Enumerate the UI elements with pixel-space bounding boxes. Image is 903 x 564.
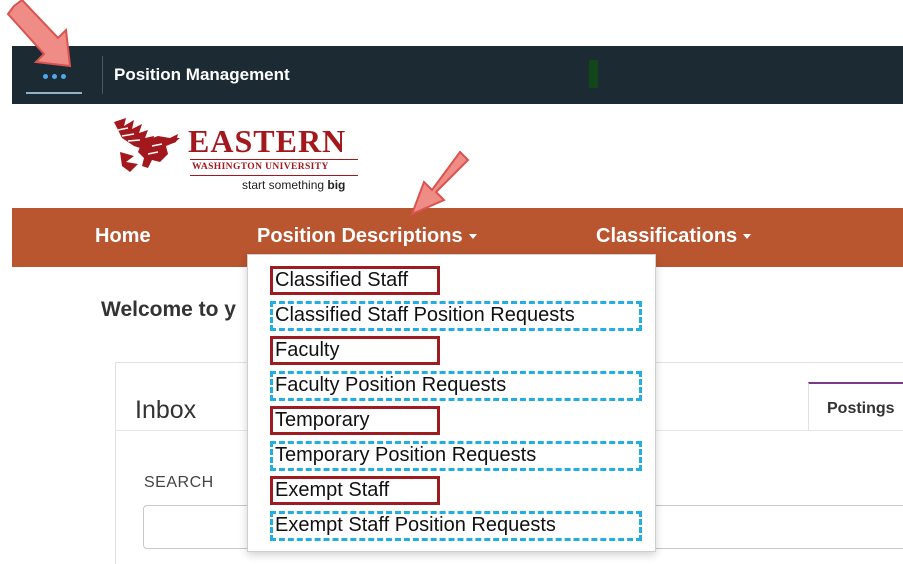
menu-item-classified-staff-position-requests[interactable]: Classified Staff Position Requests bbox=[275, 304, 575, 327]
menu-item-temporary[interactable]: Temporary bbox=[275, 409, 369, 432]
eagle-logo-icon bbox=[114, 118, 180, 172]
menu-item-classified-staff[interactable]: Classified Staff bbox=[275, 269, 408, 292]
nav-position-descriptions[interactable]: Position Descriptions bbox=[257, 225, 477, 248]
university-logo[interactable]: EASTERN WASHINGTON UNIVERSITY start some… bbox=[112, 116, 372, 200]
nav-classifications[interactable]: Classifications bbox=[596, 225, 752, 248]
menu-item-faculty[interactable]: Faculty bbox=[275, 339, 339, 362]
app-title: Position Management bbox=[114, 65, 290, 84]
search-label: SEARCH bbox=[144, 474, 214, 491]
top-bar-divider bbox=[102, 56, 103, 94]
caret-down-icon bbox=[743, 234, 752, 240]
logo-university-text: WASHINGTON UNIVERSITY bbox=[192, 162, 329, 172]
ellipsis-icon-dot bbox=[51, 73, 57, 79]
nav-classifications-label: Classifications bbox=[596, 225, 738, 247]
position-descriptions-dropdown bbox=[247, 254, 656, 552]
logo-rule bbox=[190, 159, 358, 160]
welcome-heading: Welcome to y bbox=[101, 298, 236, 321]
ellipsis-icon bbox=[42, 73, 48, 79]
tab-postings-label: Postings bbox=[827, 400, 895, 417]
menu-item-exempt-staff-position-requests[interactable]: Exempt Staff Position Requests bbox=[275, 514, 556, 537]
logo-tagline: start something big bbox=[242, 178, 345, 192]
nav-home[interactable]: Home bbox=[95, 225, 151, 248]
annotation-arrow-icon bbox=[6, 0, 72, 68]
inbox-title: Inbox bbox=[135, 396, 197, 424]
logo-wordmark: EASTERN bbox=[188, 123, 347, 159]
logo-tagline-plain: start something bbox=[242, 178, 328, 192]
app-top-bar: Position Management bbox=[12, 46, 903, 104]
menu-item-temporary-position-requests[interactable]: Temporary Position Requests bbox=[275, 444, 536, 467]
ellipsis-icon-dot bbox=[60, 73, 66, 79]
status-indicator bbox=[589, 60, 598, 88]
menu-item-exempt-staff[interactable]: Exempt Staff bbox=[275, 479, 389, 502]
logo-rule bbox=[190, 175, 358, 176]
caret-down-icon bbox=[468, 234, 477, 240]
tab-postings[interactable]: Postings bbox=[808, 382, 903, 430]
annotation-arrow-icon bbox=[410, 150, 470, 216]
menu-item-faculty-position-requests[interactable]: Faculty Position Requests bbox=[275, 374, 506, 397]
nav-home-label: Home bbox=[95, 225, 151, 247]
logo-tagline-bold: big bbox=[327, 178, 346, 192]
nav-position-descriptions-label: Position Descriptions bbox=[257, 225, 463, 247]
